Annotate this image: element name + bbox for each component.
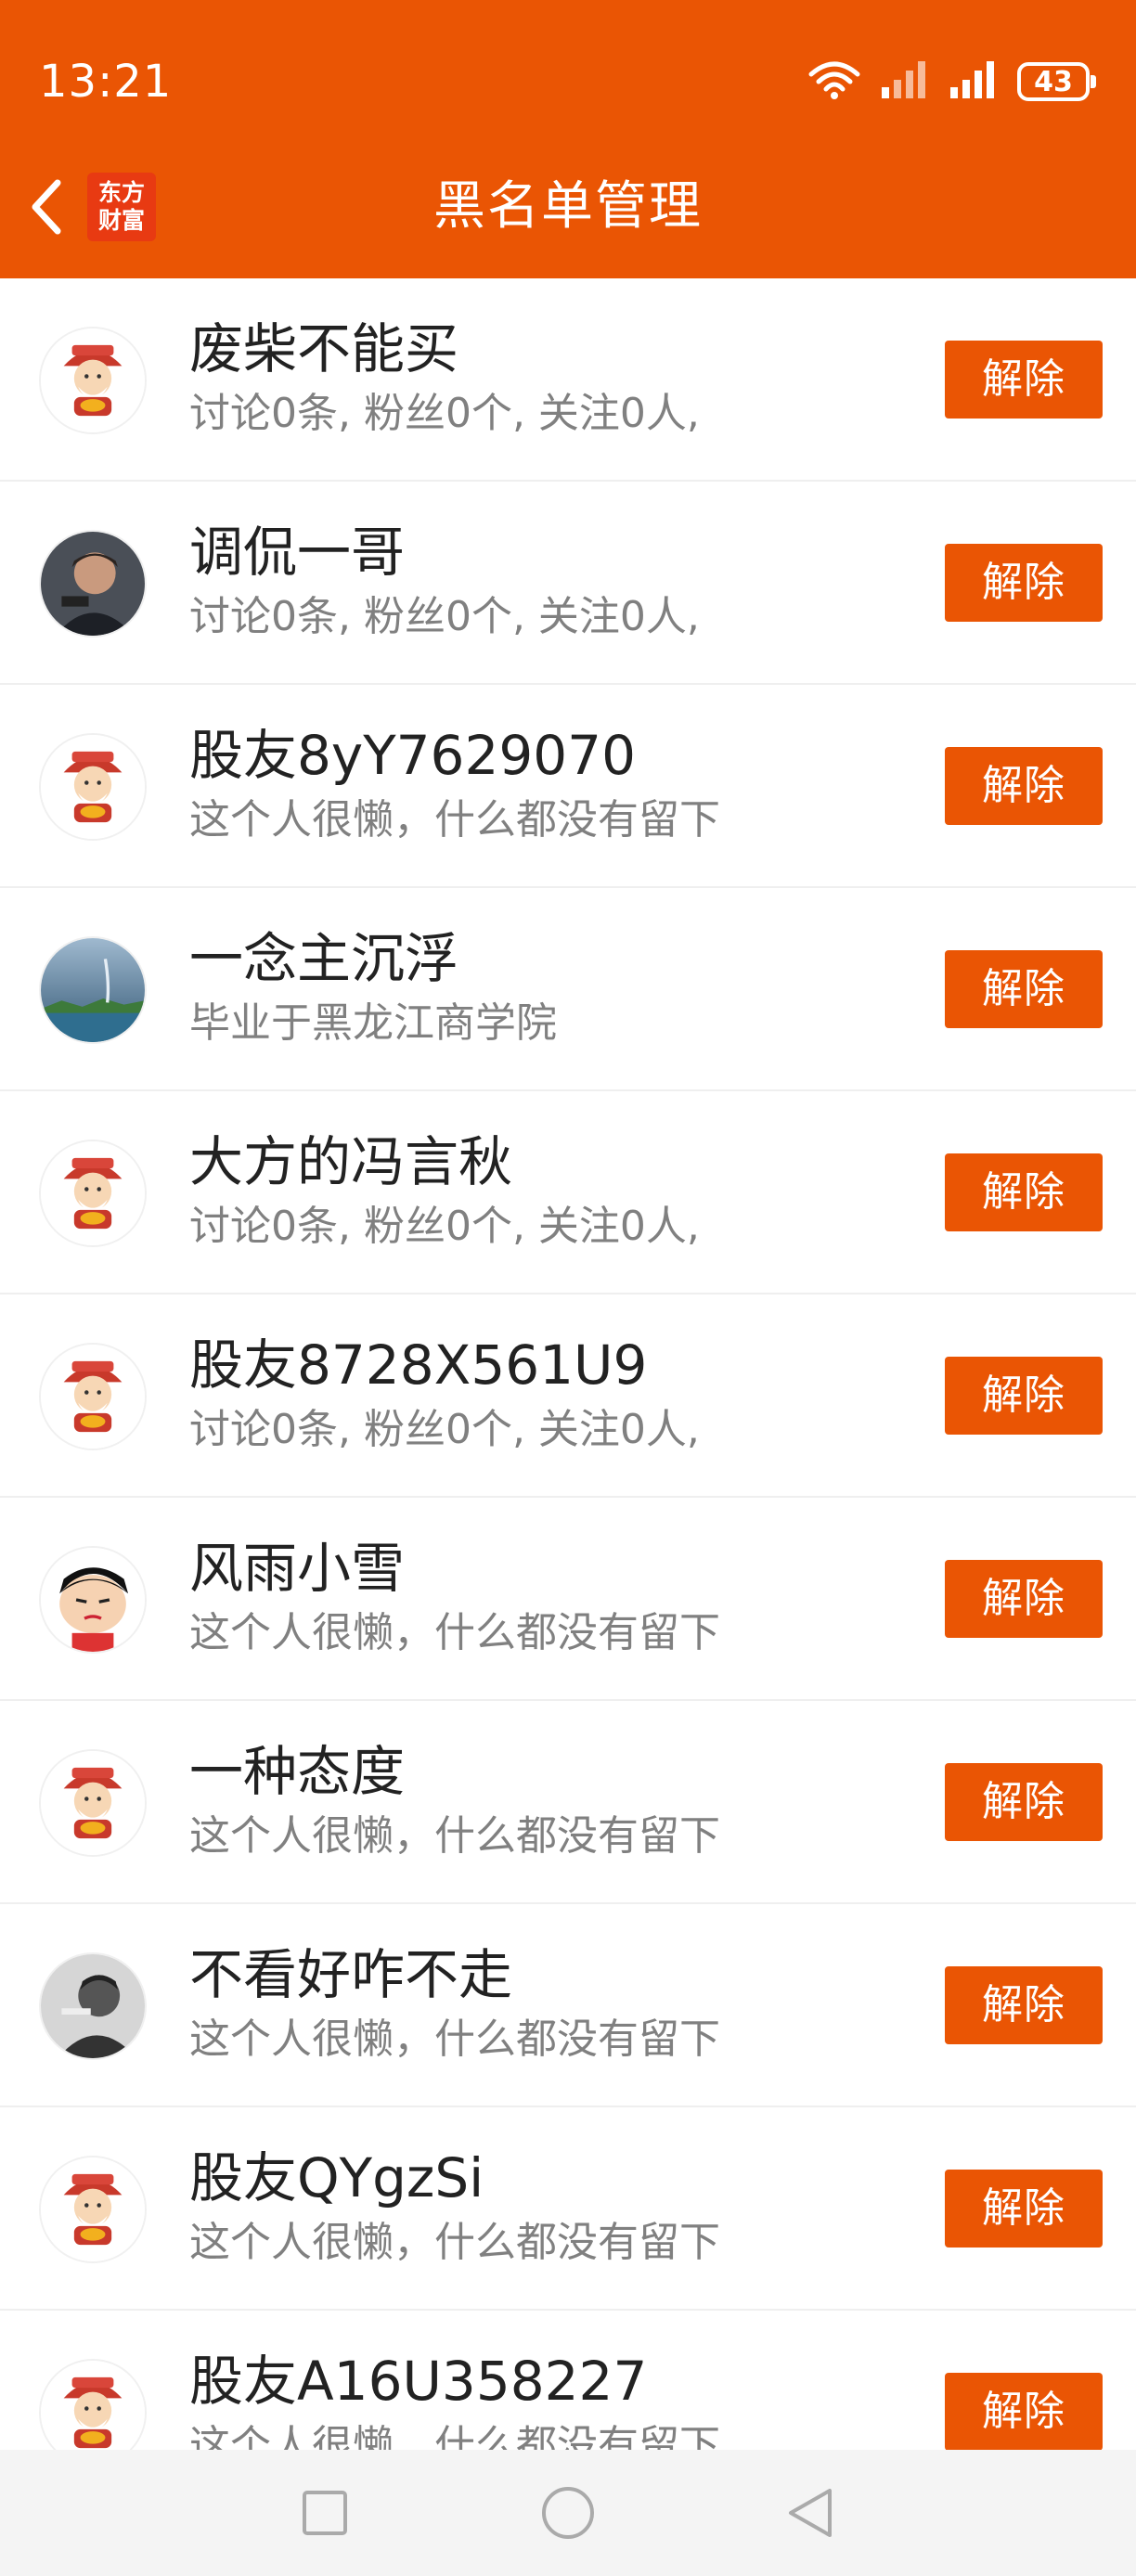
triangle-back-icon (789, 2489, 832, 2537)
default-avatar[interactable] (39, 733, 147, 841)
unblock-button[interactable]: 解除 (945, 544, 1103, 622)
square-icon (303, 2491, 347, 2535)
blacklist-row[interactable]: 废柴不能买讨论0条, 粉丝0个, 关注0人, 解除 (0, 278, 1136, 482)
user-name: 股友8728X561U9 (189, 1333, 648, 1397)
user-description: 这个人很懒，什么都没有留下 (189, 2016, 720, 2063)
blacklist-row[interactable]: 股友A16U358227 这个人很懒，什么都没有留下 解除 (0, 2311, 1136, 2450)
system-back-button[interactable] (754, 2457, 865, 2569)
user-description: 讨论0条, 粉丝0个, 关注0人, (189, 1406, 700, 1453)
circle-icon (542, 2487, 594, 2539)
user-description: 这个人很懒，什么都没有留下 (189, 2219, 720, 2266)
blacklist-row[interactable]: 调侃一哥讨论0条, 粉丝0个, 关注0人, 解除 (0, 482, 1136, 685)
blacklist-row[interactable]: 一种态度这个人很懒，什么都没有留下 解除 (0, 1701, 1136, 1904)
default-avatar[interactable] (39, 327, 147, 434)
unblock-button[interactable]: 解除 (945, 1560, 1103, 1638)
blacklist-row[interactable]: 一念主沉浮毕业于黑龙江商学院 解除 (0, 888, 1136, 1091)
cartoon-avatar[interactable] (39, 1546, 147, 1654)
user-name: 废柴不能买 (189, 317, 459, 380)
status-icons: 43 (807, 58, 1096, 106)
user-name: 股友8yY7629070 (189, 724, 636, 787)
user-description: 这个人很懒，什么都没有留下 (189, 2422, 720, 2450)
signal-icon-sim1 (880, 59, 930, 104)
default-avatar[interactable] (39, 1343, 147, 1450)
unblock-button[interactable]: 解除 (945, 1153, 1103, 1231)
wifi-icon (807, 59, 861, 104)
page-title: 黑名单管理 (433, 176, 703, 237)
app-header: 13:21 43 东方 财富 黑名单管理 (0, 0, 1136, 278)
user-description: 讨论0条, 粉丝0个, 关注0人, (189, 1203, 700, 1250)
unblock-button[interactable]: 解除 (945, 1966, 1103, 2044)
blacklist: 废柴不能买 讨论0条, 粉丝0个, 关注0人, 解除 调侃一哥 讨论0条, 粉丝0个, … (0, 278, 1136, 2450)
default-avatar[interactable] (39, 2156, 147, 2263)
blacklist-row[interactable]: 股友QYgzSi 这个人很懒，什么都没有留下 解除 (0, 2107, 1136, 2311)
user-name: 不看好咋不走 (189, 1943, 513, 2006)
user-name: 股友A16U358227 (189, 2350, 648, 2413)
unblock-button[interactable]: 解除 (945, 2373, 1103, 2450)
user-name: 股友QYgzSi (189, 2146, 484, 2209)
signal-icon-sim2 (949, 59, 999, 104)
blacklist-row[interactable]: 大方的冯言秋讨论0条, 粉丝0个, 关注0人, 解除 (0, 1091, 1136, 1294)
unblock-button[interactable]: 解除 (945, 1357, 1103, 1435)
status-time: 13:21 (39, 56, 173, 108)
user-name: 一念主沉浮 (189, 927, 459, 990)
user-name: 调侃一哥 (189, 521, 406, 584)
battery-icon: 43 (1017, 62, 1096, 101)
default-avatar[interactable] (39, 2359, 147, 2450)
blacklist-row[interactable]: 不看好咋不走这个人很懒，什么都没有留下 解除 (0, 1904, 1136, 2107)
unblock-button[interactable]: 解除 (945, 747, 1103, 825)
user-name: 一种态度 (189, 1740, 406, 1803)
user-name: 风雨小雪 (189, 1537, 406, 1600)
unblock-button[interactable]: 解除 (945, 341, 1103, 419)
blacklist-row[interactable]: 风雨小雪这个人很懒，什么都没有留下 解除 (0, 1498, 1136, 1701)
default-avatar[interactable] (39, 1749, 147, 1857)
user-description: 这个人很懒，什么都没有留下 (189, 1609, 720, 1656)
recent-apps-button[interactable] (269, 2457, 381, 2569)
bw-photo-avatar[interactable] (39, 1952, 147, 2060)
user-name: 大方的冯言秋 (189, 1130, 513, 1193)
user-description: 毕业于黑龙江商学院 (189, 999, 557, 1047)
home-button[interactable] (512, 2457, 624, 2569)
user-description: 这个人很懒，什么都没有留下 (189, 1812, 720, 1860)
user-description: 讨论0条, 粉丝0个, 关注0人, (189, 593, 700, 640)
man-photo-avatar[interactable] (39, 530, 147, 638)
system-nav-bar (0, 2450, 1136, 2576)
user-description: 这个人很懒，什么都没有留下 (189, 796, 720, 844)
unblock-button[interactable]: 解除 (945, 1763, 1103, 1841)
default-avatar[interactable] (39, 1140, 147, 1247)
blacklist-row[interactable]: 股友8728X561U9 讨论0条, 粉丝0个, 关注0人, 解除 (0, 1294, 1136, 1498)
unblock-button[interactable]: 解除 (945, 2170, 1103, 2248)
user-description: 讨论0条, 粉丝0个, 关注0人, (189, 390, 700, 437)
landscape-avatar[interactable] (39, 936, 147, 1044)
unblock-button[interactable]: 解除 (945, 950, 1103, 1028)
blacklist-row[interactable]: 股友8yY7629070 这个人很懒，什么都没有留下 解除 (0, 685, 1136, 888)
